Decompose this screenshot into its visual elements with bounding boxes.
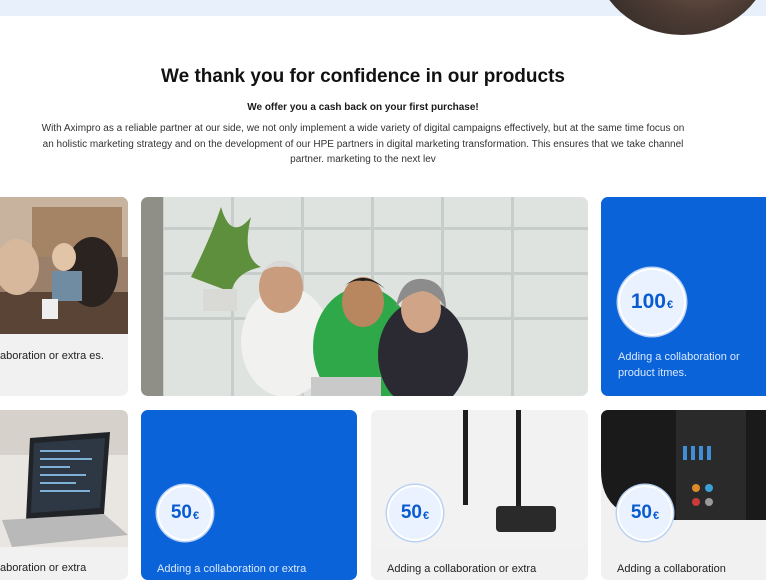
cashback-badge: 50 €: [157, 485, 213, 541]
hero-photo: [595, 0, 766, 35]
offer-card-router[interactable]: 50 € Adding a collaboration or extra: [371, 410, 588, 580]
offer-card-laptop[interactable]: aboration or extra: [0, 410, 128, 580]
section-subtitle: We offer you a cash back on your first p…: [247, 102, 479, 113]
offer-card-text: Adding a collaboration or product itmes.: [618, 351, 740, 379]
offer-card-family[interactable]: [141, 197, 588, 396]
euro-icon: €: [653, 509, 660, 522]
offer-card-cashback-50[interactable]: 50 € Adding a collaboration or extra: [141, 410, 357, 580]
euro-icon: €: [193, 509, 200, 522]
meeting-photo: [0, 197, 128, 334]
cashback-badge: 50 €: [617, 485, 673, 541]
offer-card-text: aboration or extra es.: [0, 350, 104, 362]
section-title: We thank you for confidence in our produ…: [161, 66, 565, 87]
offer-card-text: Adding a collaboration or extra: [387, 563, 537, 575]
euro-icon: €: [666, 298, 674, 311]
cashback-badge: 50 €: [387, 485, 443, 541]
offer-card-meeting[interactable]: aboration or extra es.: [0, 197, 128, 396]
offer-card-server[interactable]: 50 € Adding a collaboration: [601, 410, 766, 580]
section-description: With Aximpro as a reliable partner at ou…: [41, 123, 685, 165]
offer-card-text: aboration or extra: [0, 562, 87, 574]
laptop-photo: [0, 410, 128, 547]
offer-card-cashback-100[interactable]: 100 € Adding a collaboration or product i…: [601, 197, 766, 396]
family-photo: [141, 197, 588, 396]
offer-card-text: Adding a collaboration or extra: [157, 563, 307, 575]
offer-card-text: Adding a collaboration: [617, 563, 726, 575]
euro-icon: €: [423, 509, 430, 522]
cashback-badge: 100 €: [618, 268, 686, 336]
